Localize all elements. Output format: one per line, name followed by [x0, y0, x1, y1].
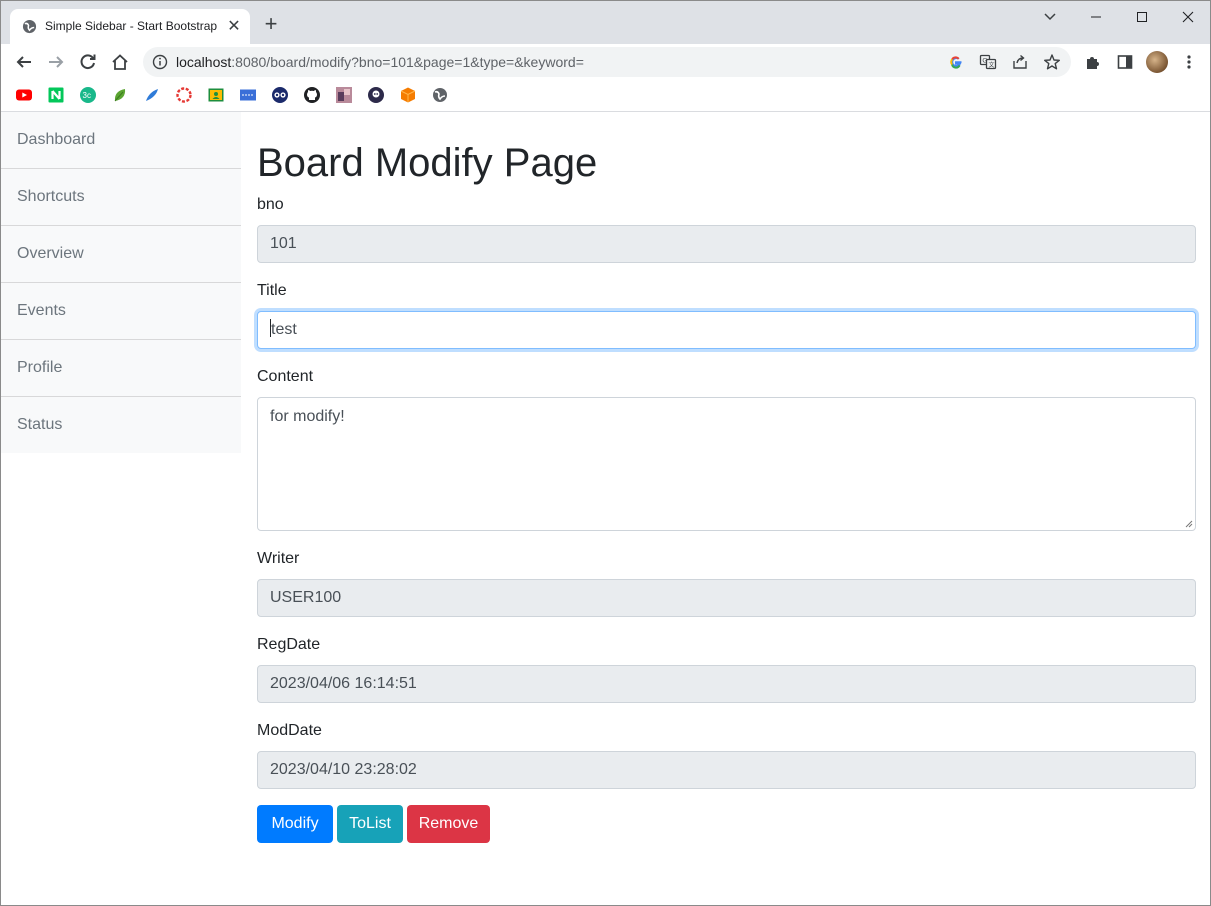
close-tab-icon[interactable]: ✕	[225, 18, 243, 36]
naver-icon[interactable]	[47, 86, 65, 104]
ring-icon[interactable]	[175, 86, 193, 104]
close-window-icon[interactable]	[1165, 5, 1210, 29]
modify-button[interactable]: Modify	[257, 805, 333, 843]
bookmarks-bar: 3c	[1, 80, 1210, 112]
tab-strip: Simple Sidebar - Start Bootstrap ✕ +	[1, 1, 1210, 44]
tab-search-chevron-icon[interactable]	[1027, 5, 1073, 29]
profile-avatar[interactable]	[1146, 51, 1168, 73]
sidebar-item-dashboard[interactable]: Dashboard	[1, 112, 241, 169]
side-panel-icon[interactable]	[1113, 50, 1137, 74]
bno-field[interactable]: 101	[257, 225, 1196, 263]
photo-icon[interactable]	[335, 86, 353, 104]
svg-text:G: G	[982, 58, 987, 65]
menu-kebab-icon[interactable]	[1177, 50, 1201, 74]
url-text: localhost:8080/board/modify?bno=101&page…	[176, 54, 584, 70]
title-input[interactable]: test	[257, 311, 1196, 349]
sidebar-item-overview[interactable]: Overview	[1, 226, 241, 283]
page-title: Board Modify Page	[257, 141, 598, 185]
star-bookmark-icon[interactable]	[1042, 52, 1062, 72]
minimize-icon[interactable]	[1073, 5, 1119, 29]
tolist-button[interactable]: ToList	[337, 805, 403, 843]
share-icon[interactable]	[1010, 52, 1030, 72]
writer-field[interactable]: USER100	[257, 579, 1196, 617]
leaf-icon[interactable]	[111, 86, 129, 104]
regdate-label: RegDate	[257, 636, 321, 653]
moddate-label: ModDate	[257, 722, 322, 739]
maximize-icon[interactable]	[1119, 5, 1165, 29]
sidebar-item-events[interactable]: Events	[1, 283, 241, 340]
globe-icon	[22, 19, 37, 34]
avatar-bot-icon[interactable]	[367, 86, 385, 104]
sidebar-item-shortcuts[interactable]: Shortcuts	[1, 169, 241, 226]
sidebar: Dashboard Shortcuts Overview Events Prof…	[1, 112, 241, 453]
owl-icon[interactable]	[271, 86, 289, 104]
feather-icon[interactable]	[143, 86, 161, 104]
sidebar-item-status[interactable]: Status	[1, 397, 241, 453]
orange-cube-icon[interactable]	[399, 86, 417, 104]
svg-text:3c: 3c	[83, 91, 91, 100]
new-tab-button[interactable]: +	[260, 13, 282, 36]
info-icon[interactable]	[151, 53, 169, 71]
green-app-icon[interactable]: 3c	[79, 86, 97, 104]
address-bar[interactable]: localhost:8080/board/modify?bno=101&page…	[143, 47, 1071, 77]
writer-label: Writer	[257, 550, 300, 567]
tab-title: Simple Sidebar - Start Bootstrap	[45, 19, 218, 33]
browser-toolbar: localhost:8080/board/modify?bno=101&page…	[1, 44, 1210, 80]
youtube-icon[interactable]	[15, 86, 33, 104]
web-page: Dashboard Shortcuts Overview Events Prof…	[1, 112, 1210, 905]
google-icon[interactable]	[946, 52, 966, 72]
translate-icon[interactable]: G文	[978, 52, 998, 72]
resize-handle-icon[interactable]	[1185, 520, 1193, 528]
moddate-field[interactable]: 2023/04/10 23:28:02	[257, 751, 1196, 789]
extensions-puzzle-icon[interactable]	[1081, 50, 1105, 74]
bno-label: bno	[257, 196, 284, 213]
svg-text:文: 文	[989, 61, 995, 69]
globe-bookmark-icon[interactable]	[431, 86, 449, 104]
reload-icon[interactable]	[72, 46, 104, 78]
regdate-field[interactable]: 2023/04/06 16:14:51	[257, 665, 1196, 703]
forward-arrow-icon[interactable]	[40, 46, 72, 78]
browser-tab[interactable]: Simple Sidebar - Start Bootstrap ✕	[10, 9, 250, 44]
title-label: Title	[257, 282, 287, 299]
classroom-icon[interactable]	[207, 86, 225, 104]
github-icon[interactable]	[303, 86, 321, 104]
content-textarea[interactable]: for modify!	[257, 397, 1196, 531]
back-arrow-icon[interactable]	[8, 46, 40, 78]
content-label: Content	[257, 368, 314, 385]
bank-icon[interactable]	[239, 86, 257, 104]
browser-window: Simple Sidebar - Start Bootstrap ✕ + loc…	[0, 0, 1211, 906]
home-icon[interactable]	[104, 46, 136, 78]
remove-button[interactable]: Remove	[407, 805, 490, 843]
sidebar-item-profile[interactable]: Profile	[1, 340, 241, 397]
